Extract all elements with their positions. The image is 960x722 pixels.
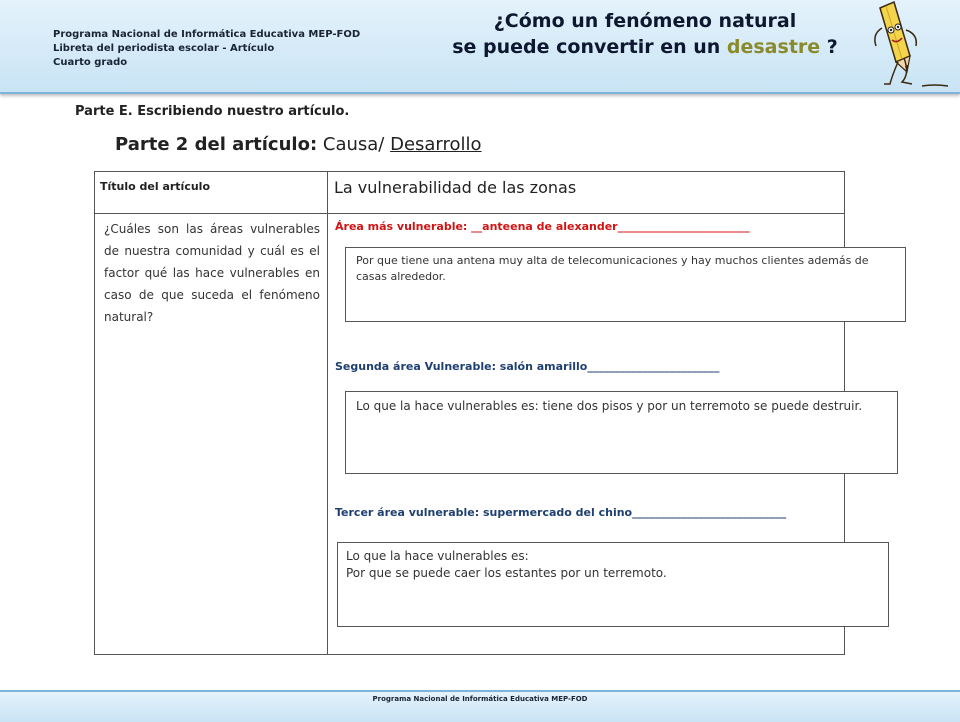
area-2-reason-box[interactable]: Lo que la hace vulnerables es: tiene dos… [345,391,898,474]
subsection-underlined-topic: Desarrollo [390,134,482,155]
subsection-heading: Parte 2 del artículo: Causa/ Desarrollo [115,134,482,155]
program-name: Programa Nacional de Informática Educati… [53,29,361,40]
program-notebook: Libreta del periodista escolar - Artícul… [53,43,275,54]
footer-band: Programa Nacional de Informática Educati… [0,690,960,722]
subsection-label: Parte 2 del artículo: [115,134,318,155]
program-info: Programa Nacional de Informática Educati… [53,28,360,70]
title-line-2: se puede convertir en un desastre ? [430,34,860,60]
table-column-divider [327,172,328,654]
pencil-mascot-icon [874,0,949,87]
area-3-label[interactable]: Tercer área vulnerable: supermercado del… [335,506,786,519]
article-title-label: Título del artículo [100,180,211,193]
area-2-label[interactable]: Segunda área Vulnerable: salón amarillo_… [335,360,719,373]
area-3-reason-line-1: Lo que la hace vulnerables es: [346,549,529,563]
area-3-reason-box[interactable]: Lo que la hace vulnerables es: Por que s… [337,542,889,627]
header-band: Programa Nacional de Informática Educati… [0,0,960,94]
section-heading: Parte E. Escribiendo nuestro artículo. [75,104,350,119]
title-line-1: ¿Cómo un fenómeno natural [493,10,797,32]
title-line-2-post: ? [820,36,838,58]
program-grade: Cuarto grado [53,57,128,68]
area-1-label[interactable]: Área más vulnerable: __anteena de alexan… [335,220,750,233]
article-title-value[interactable]: La vulnerabilidad de las zonas [334,178,576,197]
footer-text: Programa Nacional de Informática Educati… [372,695,588,703]
title-line-2-pre: se puede convertir en un [452,36,727,58]
area-1-reason-box[interactable]: Por que tiene una antena muy alta de tel… [345,247,906,322]
table-row-divider [95,213,844,214]
article-table: Título del artículo La vulnerabilidad de… [94,171,906,655]
question-text: ¿Cuáles son las áreas vulnerables de nue… [104,222,320,324]
title-accent-word: desastre [726,36,821,58]
area-3-reason-line-2: Por que se puede caer los estantes por u… [346,566,667,580]
subsection-topic: Causa/ [317,134,391,155]
page-title: ¿Cómo un fenómeno natural se puede conve… [430,8,860,60]
